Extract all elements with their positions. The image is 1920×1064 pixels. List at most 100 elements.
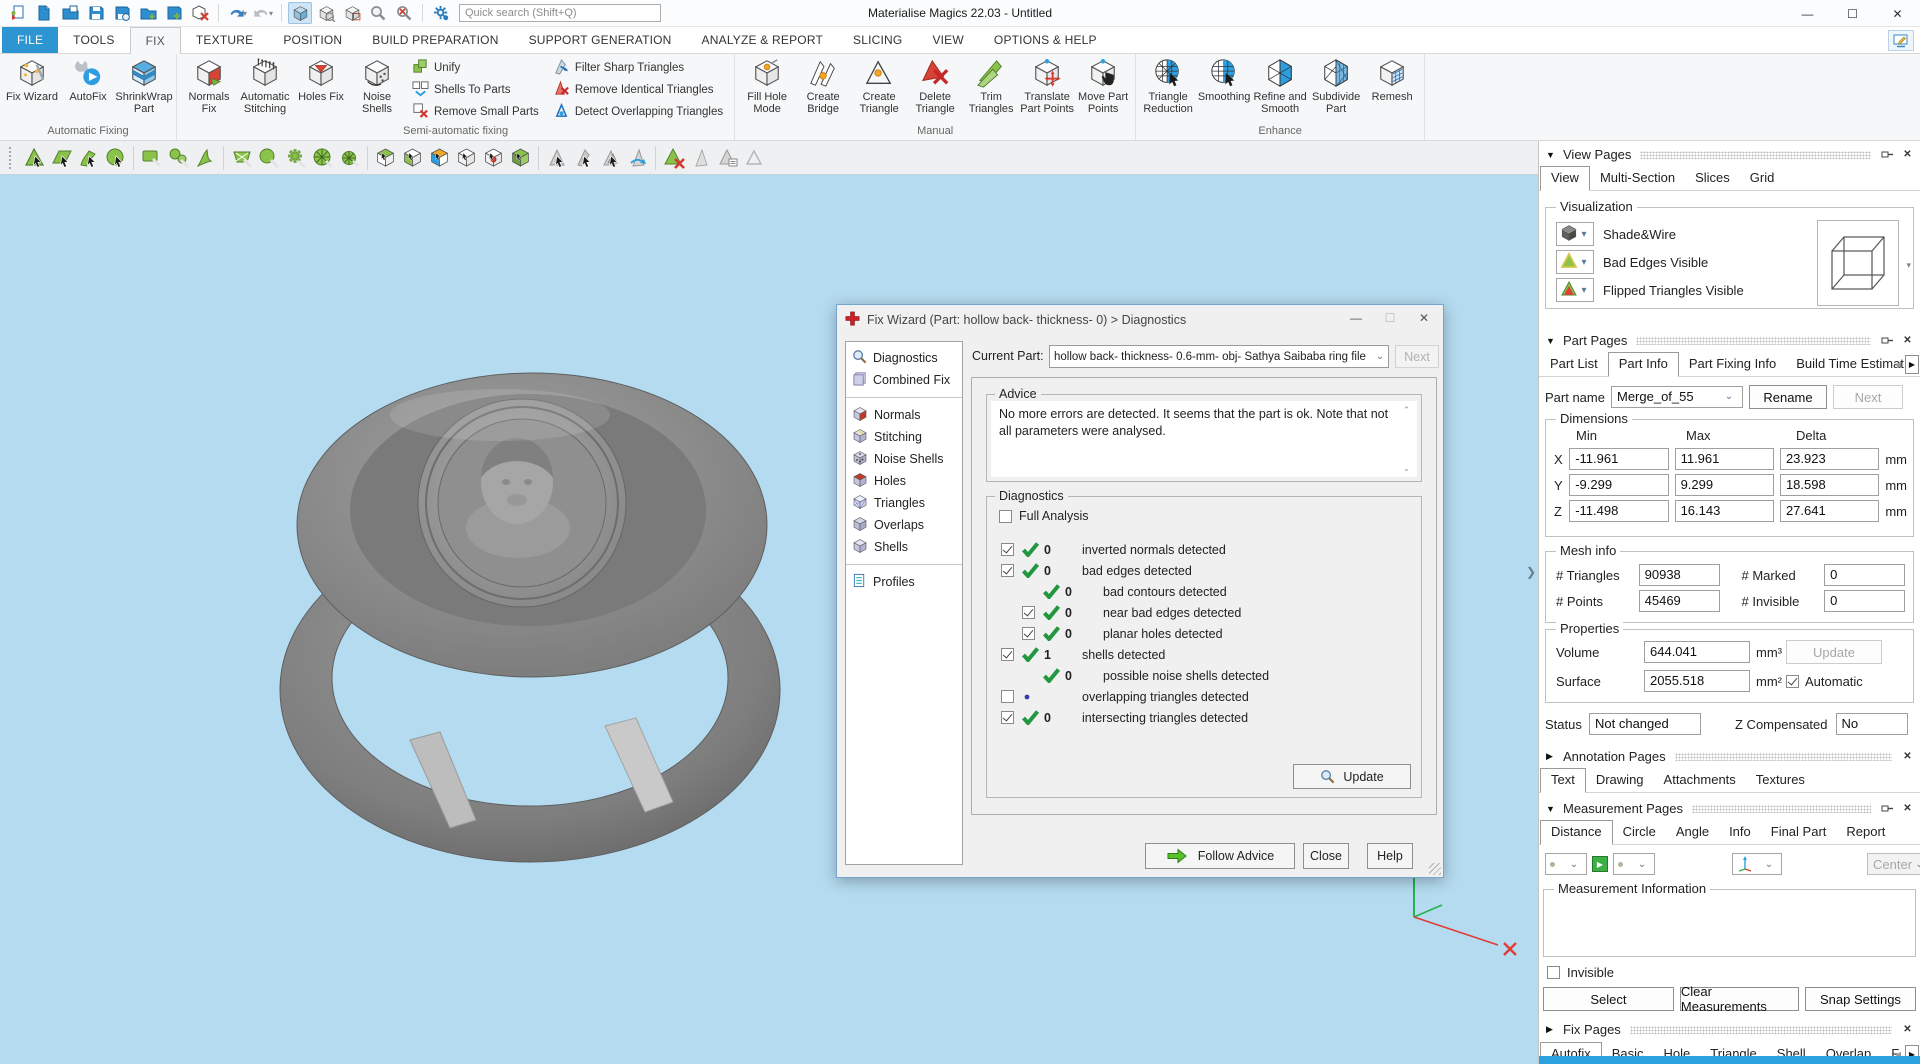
point-mode-dropdown-2[interactable]: ⌄ <box>1613 853 1655 875</box>
triangle-tool-1-icon[interactable] <box>543 144 570 171</box>
fix-wizard-nav-profiles[interactable]: Profiles <box>846 571 962 593</box>
create-bridge-button[interactable]: Create Bridge <box>795 55 851 118</box>
tab-attachments[interactable]: Attachments <box>1654 769 1746 792</box>
mark-shell-icon[interactable] <box>102 144 129 171</box>
maximize-icon[interactable]: ☐ <box>1830 0 1875 27</box>
new-document-icon[interactable] <box>32 2 56 24</box>
star-selection-icon[interactable] <box>282 144 309 171</box>
minimize-icon[interactable]: — <box>1785 0 1830 27</box>
pie-selection-icon[interactable] <box>309 144 336 171</box>
full-analysis-checkbox[interactable] <box>999 510 1012 523</box>
select-through-icon[interactable] <box>372 144 399 171</box>
orient-triangles-icon[interactable] <box>624 144 651 171</box>
diagnostic-checkbox[interactable] <box>1001 648 1014 661</box>
tab-info[interactable]: Info <box>1719 821 1761 844</box>
tab-distance[interactable]: Distance <box>1540 820 1613 845</box>
flipped-triangles-visible-dropdown[interactable]: ▾ <box>1556 278 1594 302</box>
triangle-reduction-button[interactable]: Triangle Reduction <box>1140 55 1196 118</box>
move-part-points-button[interactable]: Move Part Points <box>1075 55 1131 118</box>
fix-wizard-nav-holes[interactable]: Holes <box>846 470 962 492</box>
snap-settings-button[interactable]: Snap Settings <box>1805 987 1916 1011</box>
tab-multi-section[interactable]: Multi-Section <box>1590 167 1685 190</box>
tab-part-list[interactable]: Part List <box>1540 353 1608 376</box>
part-name-dropdown[interactable]: Merge_of_55 ⌄ <box>1611 386 1743 408</box>
undo-icon[interactable]: ▾ <box>225 2 249 24</box>
settings-gear-icon[interactable] <box>429 2 453 24</box>
axis-mode-dropdown[interactable]: ⌄ <box>1732 853 1782 875</box>
point-mode-dropdown-1[interactable]: ⌄ <box>1545 853 1587 875</box>
menu-tab-build-preparation[interactable]: BUILD PREPARATION <box>357 27 513 53</box>
fill-hole-mode-button[interactable]: Fill Hole Mode <box>739 55 795 118</box>
zoom-part-icon[interactable] <box>314 2 338 24</box>
add-platform-icon[interactable] <box>136 2 160 24</box>
delete-marked-icon[interactable] <box>660 144 687 171</box>
fix-wizard-nav-overlaps[interactable]: Overlaps <box>846 514 962 536</box>
scroll-down-icon[interactable]: ⌄ <box>1399 461 1414 475</box>
ring-model[interactable] <box>260 360 800 870</box>
menu-tab-support-generation[interactable]: SUPPORT GENERATION <box>514 27 687 53</box>
mark-band-icon[interactable] <box>75 144 102 171</box>
deselect-all-icon[interactable] <box>453 144 480 171</box>
resize-grip[interactable] <box>1429 863 1441 875</box>
dialog-maximize-icon[interactable]: ☐ <box>1373 305 1407 331</box>
save-as-icon[interactable] <box>110 2 134 24</box>
delete-triangle-button[interactable]: Delete Triangle <box>907 55 963 118</box>
menu-tab-fix[interactable]: FIX <box>130 27 181 54</box>
tab-report[interactable]: Report <box>1836 821 1895 844</box>
triangle-tool-2-icon[interactable] <box>570 144 597 171</box>
tab-build-time-estimation[interactable]: Build Time Estimation <box>1786 353 1904 376</box>
tab-final-part[interactable]: Final Part <box>1761 821 1837 844</box>
menu-tab-analyze-report[interactable]: ANALYZE & REPORT <box>687 27 838 53</box>
shade-wire-dropdown[interactable]: ▾ <box>1556 222 1594 246</box>
fix-wizard-nav-noise-shells[interactable]: Noise Shells <box>846 448 962 470</box>
part-pages-header[interactable]: ▼ Part Pages ✕ <box>1539 329 1920 352</box>
diagnostic-checkbox[interactable] <box>1022 627 1035 640</box>
mark-plane-icon[interactable] <box>48 144 75 171</box>
fix-wizard-nav-normals[interactable]: Normals <box>846 404 962 426</box>
fit-view-icon[interactable] <box>340 2 364 24</box>
panel-collapse-icon[interactable]: ❯ <box>1526 565 1536 579</box>
detect-overlapping-triangles-button[interactable]: Detect Overlapping Triangles <box>553 102 723 122</box>
menu-tab-position[interactable]: POSITION <box>268 27 357 53</box>
freeform-selection-icon[interactable] <box>192 144 219 171</box>
window-selection-icon[interactable] <box>228 144 255 171</box>
noise-shells-button[interactable]: Noise Shells <box>349 55 405 118</box>
autofix-button[interactable]: AutoFix <box>60 55 116 105</box>
center-mode-dropdown[interactable]: Center⌄ <box>1867 853 1920 875</box>
unzoom-icon[interactable] <box>392 2 416 24</box>
fix-wizard-nav-diagnostics[interactable]: Diagnostics <box>846 347 962 369</box>
pin-icon[interactable] <box>1880 803 1894 814</box>
fix-wizard-nav-shells[interactable]: Shells <box>846 536 962 558</box>
close-panel-icon[interactable]: ✕ <box>1901 149 1914 160</box>
next-button[interactable]: Next <box>1833 385 1903 409</box>
select-shell-icon[interactable] <box>507 144 534 171</box>
fix-wizard-nav-triangles[interactable]: Triangles <box>846 492 962 514</box>
pin-icon[interactable] <box>1880 335 1894 346</box>
tab-slices[interactable]: Slices <box>1685 167 1740 190</box>
shade-view-icon[interactable] <box>288 2 312 24</box>
close-panel-icon[interactable]: ✕ <box>1901 751 1914 762</box>
update-volume-button[interactable]: Update <box>1786 640 1882 664</box>
diagnostic-checkbox[interactable] <box>1022 606 1035 619</box>
menu-tab-view[interactable]: VIEW <box>917 27 978 53</box>
orientation-cube[interactable] <box>1817 220 1899 306</box>
tab-textures[interactable]: Textures <box>1746 769 1815 792</box>
mark-triangle-icon[interactable] <box>21 144 48 171</box>
select-button[interactable]: Select <box>1543 987 1674 1011</box>
scroll-right-icon[interactable]: ▶ <box>1905 355 1919 374</box>
next-part-button[interactable]: Next <box>1395 345 1439 368</box>
zoom-in-icon[interactable] <box>366 2 390 24</box>
close-panel-icon[interactable]: ✕ <box>1901 335 1914 346</box>
select-colored-icon[interactable] <box>426 144 453 171</box>
unify-button[interactable]: Unify <box>412 58 539 78</box>
diagnostic-checkbox[interactable] <box>1001 711 1014 724</box>
quick-search-input[interactable] <box>459 4 661 22</box>
shrinkwrap-part-button[interactable]: ShrinkWrap Part <box>116 55 172 118</box>
tab-view[interactable]: View <box>1540 166 1590 191</box>
remove-identical-triangles-button[interactable]: Remove Identical Triangles <box>553 80 723 100</box>
trim-triangles-button[interactable]: Trim Triangles <box>963 55 1019 118</box>
current-part-dropdown[interactable]: hollow back- thickness- 0.6-mm- obj- Sat… <box>1049 345 1389 368</box>
select-visible-icon[interactable] <box>399 144 426 171</box>
create-triangle-button[interactable]: Create Triangle <box>851 55 907 118</box>
circle-selection-icon[interactable] <box>165 144 192 171</box>
